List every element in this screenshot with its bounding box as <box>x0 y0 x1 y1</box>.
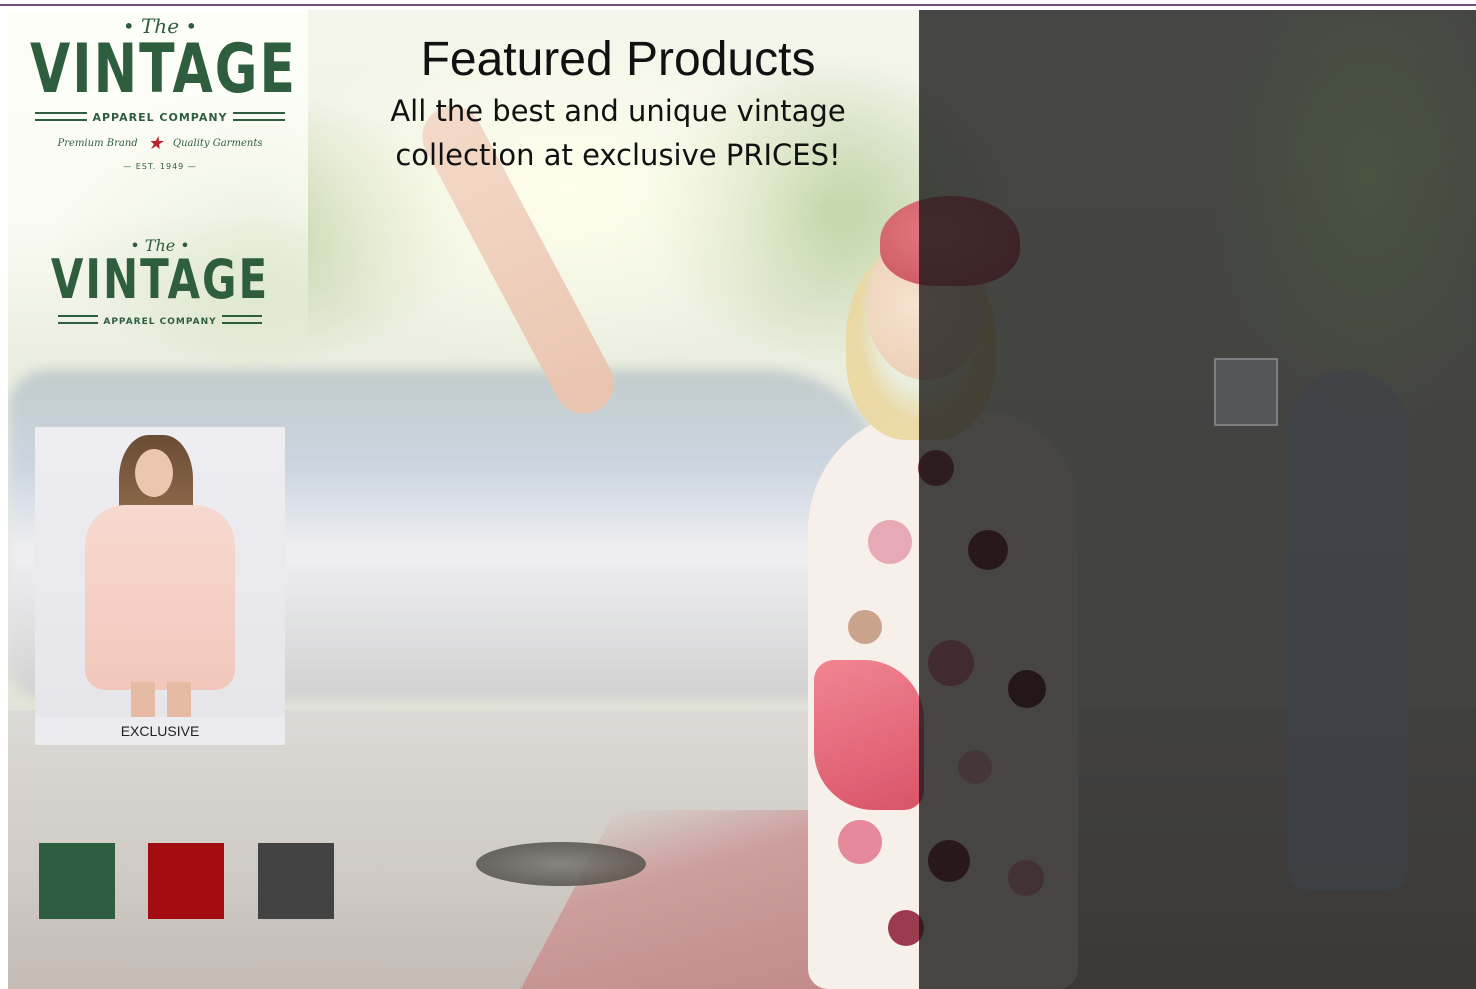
top-rule <box>0 4 1476 6</box>
model-legs <box>131 682 191 722</box>
rule-left <box>35 112 88 121</box>
logo-secondary-company: APPAREL COMPANY <box>103 317 217 327</box>
logo-left-tag: Premium Brand <box>57 138 138 149</box>
vintage-logo-secondary: • The • VINTAGE APPAREL COMPANY <box>50 236 270 328</box>
vintage-logo-primary: • The • VINTAGE APPAREL COMPANY Premium … <box>30 14 297 171</box>
product-card[interactable]: EXCLUSIVE <box>35 427 285 745</box>
rule-right-secondary <box>221 315 262 324</box>
subtitle-line-1: All the best and unique vintage <box>390 94 846 128</box>
manhole-cover <box>476 842 646 886</box>
rule-right <box>232 112 285 121</box>
product-caption: EXCLUSIVE <box>35 717 285 745</box>
logo-company: APPAREL COMPANY <box>92 111 228 124</box>
product-photo[interactable] <box>35 427 285 722</box>
model-face <box>135 449 173 497</box>
swatch-green[interactable] <box>39 843 115 919</box>
swatch-charcoal[interactable] <box>258 843 334 919</box>
featured-slide: • The • VINTAGE APPAREL COMPANY Premium … <box>8 10 1476 989</box>
logo-est: — EST. 1949 — <box>123 162 197 171</box>
logo-tagline-row: Premium Brand ★ Quality Garments <box>30 133 290 154</box>
logo-secondary-word: VINTAGE <box>50 247 270 312</box>
star-icon: ★ <box>147 133 164 154</box>
street-sign <box>1214 358 1278 426</box>
logo-right-tag: Quality Garments <box>172 138 263 149</box>
subtitle-line-2: collection at exclusive PRICES! <box>395 138 841 172</box>
pink-sash <box>814 660 924 810</box>
rule-left-secondary <box>58 315 99 324</box>
swatch-red[interactable] <box>148 843 224 919</box>
featured-heading: Featured Products All the best and uniqu… <box>378 32 858 178</box>
logo-secondary-company-row: APPAREL COMPANY <box>50 309 270 328</box>
passerby-figure <box>1288 370 1408 890</box>
page-title: Featured Products <box>420 33 816 86</box>
lace-dress <box>85 505 235 690</box>
logo-word: VINTAGE <box>30 31 297 110</box>
